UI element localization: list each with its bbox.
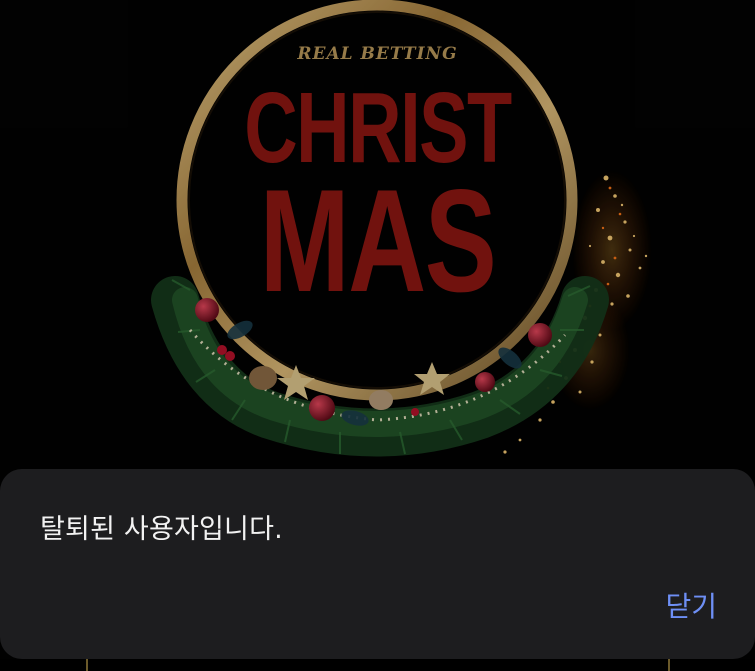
divider: [86, 659, 88, 671]
alert-dialog: 탈퇴된 사용자입니다. 닫기: [0, 469, 755, 659]
close-button[interactable]: 닫기: [665, 585, 717, 625]
dialog-message: 탈퇴된 사용자입니다.: [40, 514, 283, 545]
screen: REAL BETTING CHRIST MAS 탈퇴된 사용자입니다. 닫기: [0, 0, 755, 671]
bottom-strip: [0, 659, 755, 671]
divider: [668, 659, 670, 671]
